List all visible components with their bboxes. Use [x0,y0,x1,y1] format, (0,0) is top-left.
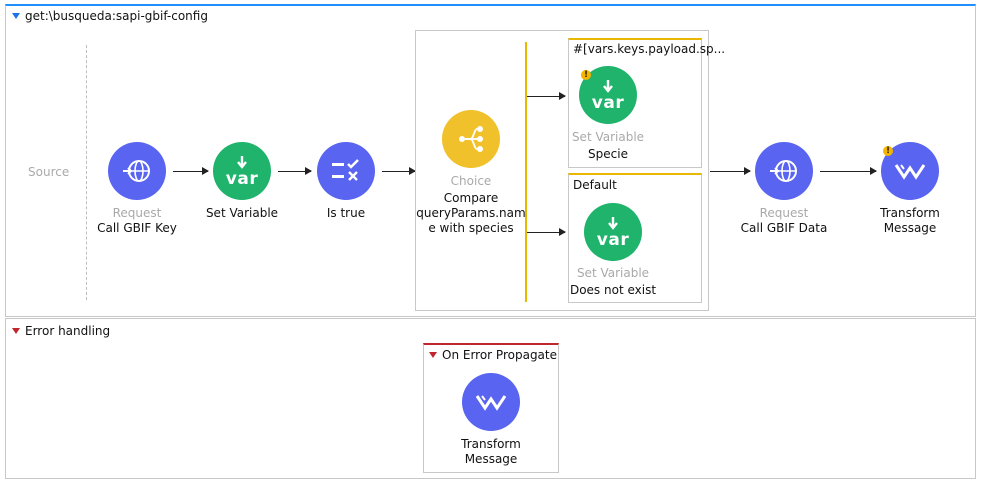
choice-name-line2: queryParams.nam [416,206,526,220]
flow-title: get:\busqueda:sapi-gbif-config [25,9,208,23]
validation-icon[interactable] [317,142,375,200]
warning-icon: ! [581,70,591,80]
var-icon-text: var [591,93,625,113]
request1-type: Request [112,206,162,220]
collapse-triangle-icon[interactable] [12,13,20,19]
transform1-name-line2: Message [883,221,937,235]
istrue-name: Is true [326,206,366,220]
http-request-icon[interactable] [108,142,166,200]
route1-name: Specie [588,147,628,161]
var-icon-text: var [225,169,259,189]
collapse-triangle-icon[interactable] [429,352,437,358]
var-icon-text: var [596,230,630,250]
route-condition: Default [573,178,617,192]
flow-arrow [173,167,209,175]
on-error-propagate-header[interactable]: On Error Propagate [429,348,557,362]
error-transform-name-line1: Transform [461,437,521,451]
flow-header[interactable]: get:\busqueda:sapi-gbif-config [12,9,208,23]
transform1-name-line1: Transform [880,206,940,220]
choice-type: Choice [450,174,492,188]
choice-router-line [525,42,527,302]
request1-name: Call GBIF Key [97,221,177,235]
source-label[interactable]: Source [28,165,69,179]
flow-arrow [710,167,751,175]
source-divider [86,45,87,300]
flow-arrow [382,167,416,175]
request2-name: Call GBIF Data [740,221,828,235]
flow-arrow [278,167,312,175]
transform-icon[interactable] [462,373,520,431]
var-icon[interactable]: var [213,142,271,200]
error-handling-header[interactable]: Error handling [12,324,110,338]
route2-type: Set Variable [576,266,650,280]
choice-name-line3: e with species [428,221,514,235]
choice-name-line1: Compare [443,191,499,205]
var-icon[interactable]: var [584,203,642,261]
warning-icon: ! [883,146,893,156]
on-error-propagate-title: On Error Propagate [442,348,557,362]
flow-arrow [820,167,877,175]
setvar1-name: Set Variable [205,206,279,220]
route1-type: Set Variable [571,130,645,144]
collapse-triangle-icon[interactable] [12,328,20,334]
error-transform-name-line2: Message [464,452,518,466]
http-request-icon[interactable] [755,142,813,200]
error-handling-title: Error handling [25,324,111,338]
choice-router-icon[interactable] [442,110,500,168]
request2-type: Request [759,206,809,220]
route-arrow [527,228,566,236]
route-arrow [527,92,566,100]
route2-name: Does not exist [569,283,657,297]
route-condition: #[vars.keys.payload.sp... [573,42,726,56]
